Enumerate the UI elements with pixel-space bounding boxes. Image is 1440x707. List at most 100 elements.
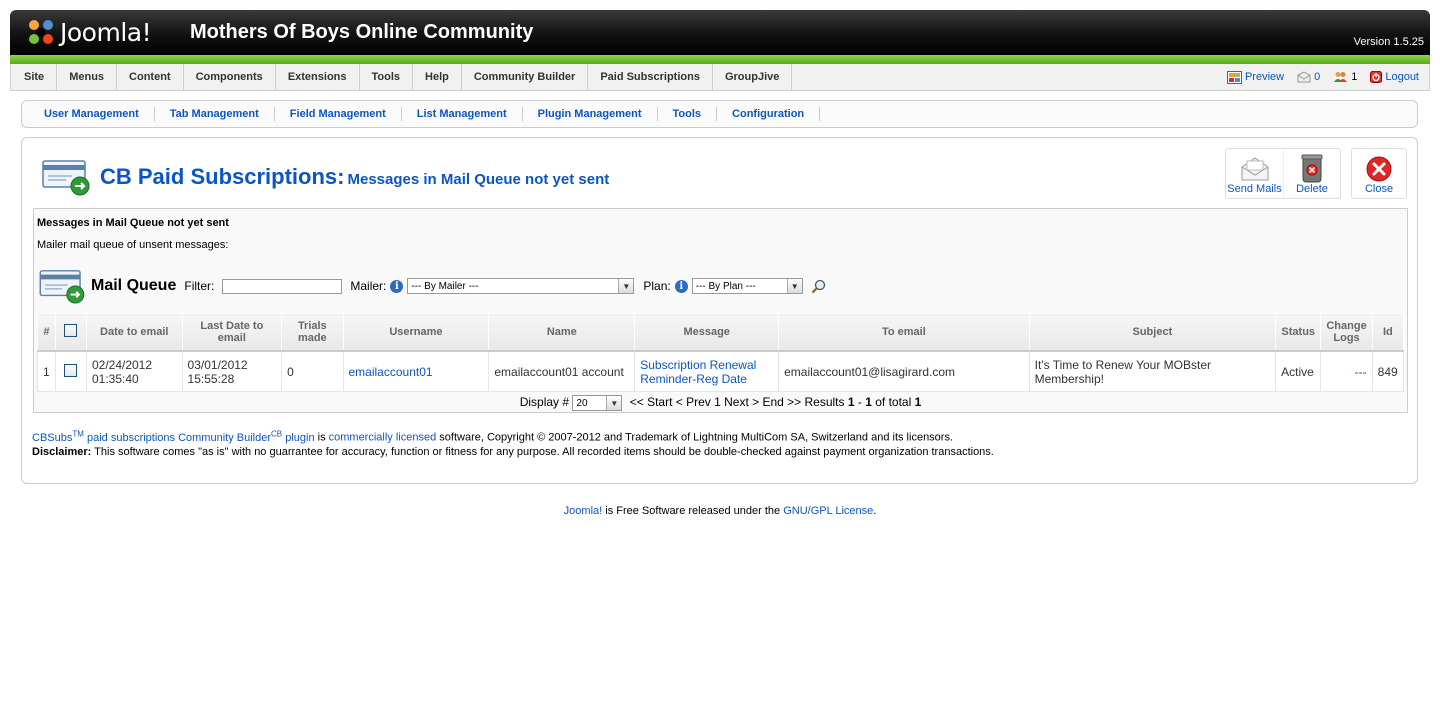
delete-label: Delete: [1296, 183, 1328, 195]
col-date-to-email[interactable]: Date to email: [85, 313, 183, 352]
admin-header: Joomla! Mothers Of Boys Online Community…: [10, 10, 1430, 55]
menu-menus[interactable]: Menus: [57, 64, 118, 90]
cell-last-date: 03/01/2012 15:55:28: [181, 350, 283, 392]
menu-extensions[interactable]: Extensions: [276, 64, 360, 90]
col-name[interactable]: Name: [488, 313, 636, 352]
toolbar-group-actions: Send Mails Delete: [1225, 148, 1341, 199]
logout-link[interactable]: Logout: [1370, 71, 1419, 83]
cell-num: 1: [37, 350, 56, 392]
submenu-field-management[interactable]: Field Management: [275, 107, 402, 121]
menu-help[interactable]: Help: [413, 64, 462, 90]
subject-line1: It's Time to Renew Your MOBster: [1034, 357, 1211, 372]
commercially-licensed-link[interactable]: commercially licensed: [329, 432, 437, 444]
plan-select[interactable]: --- By Plan --- ▼: [691, 278, 803, 294]
logout-label[interactable]: Logout: [1385, 71, 1419, 83]
table-row: 1 02/24/2012 01:35:40 03/01/2012 15:55:28 …: [37, 350, 1405, 392]
preview-link[interactable]: Preview: [1226, 70, 1284, 84]
version-label: Version 1.5.25: [1353, 36, 1424, 48]
row-checkbox[interactable]: [64, 363, 78, 377]
cell-message: Subscription Renewal Reminder-Reg Date: [634, 350, 780, 392]
menu-content[interactable]: Content: [117, 64, 184, 90]
menu-site[interactable]: Site: [11, 64, 58, 90]
mailer-select-value: --- By Mailer ---: [411, 280, 479, 292]
menu-tools[interactable]: Tools: [360, 64, 414, 90]
copyright-is: is: [314, 431, 329, 444]
close-button[interactable]: Close: [1352, 149, 1406, 198]
search-icon[interactable]: [811, 279, 826, 294]
col-subject[interactable]: Subject: [1028, 313, 1277, 352]
messages-count-label[interactable]: 0: [1314, 71, 1320, 83]
disclaimer-text: This software comes "as is" with no guar…: [91, 446, 994, 458]
col-trials-made[interactable]: Trials made: [281, 313, 344, 352]
content-area: CB Paid Subscriptions: Messages in Mail Q…: [21, 137, 1418, 484]
cell-subject: It's Time to Renew Your MOBster Membershi…: [1028, 350, 1277, 392]
joomla-logo-icon: [29, 20, 53, 44]
chevron-down-icon: ▼: [606, 396, 622, 410]
send-mails-label: Send Mails: [1227, 183, 1282, 195]
toolbar: Send Mails Delete Close: [1225, 148, 1407, 199]
col-message[interactable]: Message: [634, 313, 780, 352]
users-icon: [1334, 72, 1348, 82]
message-line1: Subscription Renewal: [640, 357, 757, 372]
message-link[interactable]: Subscription Renewal Reminder-Reg Date: [640, 358, 756, 386]
joomla-logo: Joomla!: [26, 15, 152, 49]
cell-username: emailaccount01: [342, 350, 490, 392]
delete-button[interactable]: Delete: [1283, 149, 1340, 198]
menu-groupjive[interactable]: GroupJive: [713, 64, 793, 90]
cb-mark: CB: [271, 429, 283, 438]
display-count-select[interactable]: 20 ▼: [572, 395, 623, 411]
col-to-email[interactable]: To email: [778, 313, 1030, 352]
table-header-row: # Date to email Last Date to email Trial…: [37, 313, 1405, 352]
plan-info-icon[interactable]: i: [674, 279, 688, 293]
filter-input[interactable]: [222, 278, 343, 294]
menu-components[interactable]: Components: [184, 64, 276, 90]
pagination-nav[interactable]: << Start < Prev 1 Next > End >> Results: [630, 395, 845, 409]
footer-text: is Free Software released under the: [602, 505, 784, 517]
cbsubs-link[interactable]: CBSubsTM paid subscriptions Community Bu…: [32, 429, 315, 444]
preview-label[interactable]: Preview: [1245, 71, 1284, 83]
select-all-checkbox[interactable]: [64, 324, 78, 337]
gpl-license-link[interactable]: GNU/GPL License: [783, 505, 873, 517]
results-to: 1: [865, 395, 872, 410]
display-count-value: 20: [576, 397, 588, 409]
mail-queue-label: Mail Queue: [91, 277, 177, 294]
users-count[interactable]: 1: [1333, 71, 1357, 83]
send-mail-icon: [1241, 157, 1268, 181]
header-accent-bar: [10, 55, 1430, 64]
menu-community-builder[interactable]: Community Builder: [462, 64, 589, 90]
change-logs-link[interactable]: ---: [1355, 365, 1367, 379]
send-mails-button[interactable]: Send Mails: [1226, 149, 1283, 198]
joomla-logo-text: Joomla!: [60, 17, 152, 47]
submenu-plugin-management[interactable]: Plugin Management: [523, 107, 658, 121]
results-total: 1: [914, 395, 922, 410]
cb-submenu: User Management Tab Management Field Man…: [21, 100, 1418, 128]
results-dash: -: [854, 395, 866, 410]
filter-bar: Mail Queue Filter: Mailer: i --- By Mail…: [39, 270, 826, 304]
page-title-text: CB Paid Subscriptions:: [100, 164, 345, 189]
messages-count[interactable]: 0: [1297, 71, 1320, 83]
col-last-date-to-email[interactable]: Last Date to email: [181, 313, 283, 352]
submenu-configuration[interactable]: Configuration: [717, 107, 821, 121]
site-name: Mothers Of Boys Online Community: [190, 21, 534, 43]
submenu-tab-management[interactable]: Tab Management: [155, 107, 275, 121]
chevron-down-icon: ▼: [618, 279, 634, 293]
mail-queue-icon: [39, 270, 85, 304]
mail-queue-table: # Date to email Last Date to email Trial…: [37, 313, 1405, 392]
cell-date-to-email: 02/24/2012 01:35:40: [85, 350, 183, 392]
submenu-user-management[interactable]: User Management: [22, 107, 155, 121]
submenu-tools[interactable]: Tools: [658, 107, 718, 121]
paid-subscriptions-icon: [42, 160, 90, 196]
close-icon: [1366, 156, 1392, 182]
joomla-link[interactable]: Joomla!: [564, 505, 603, 517]
mailer-info-icon[interactable]: i: [390, 279, 404, 293]
display-label: Display #: [519, 395, 570, 410]
col-username[interactable]: Username: [342, 313, 490, 352]
last-date-date: 03/01/2012: [187, 357, 248, 372]
mailer-select[interactable]: --- By Mailer --- ▼: [407, 278, 635, 294]
menu-paid-subscriptions[interactable]: Paid Subscriptions: [588, 64, 713, 90]
col-id[interactable]: Id: [1371, 313, 1405, 352]
submenu-list-management[interactable]: List Management: [402, 107, 523, 121]
username-link[interactable]: emailaccount01: [349, 365, 433, 379]
col-status[interactable]: Status: [1275, 313, 1322, 352]
col-num: #: [37, 313, 56, 352]
